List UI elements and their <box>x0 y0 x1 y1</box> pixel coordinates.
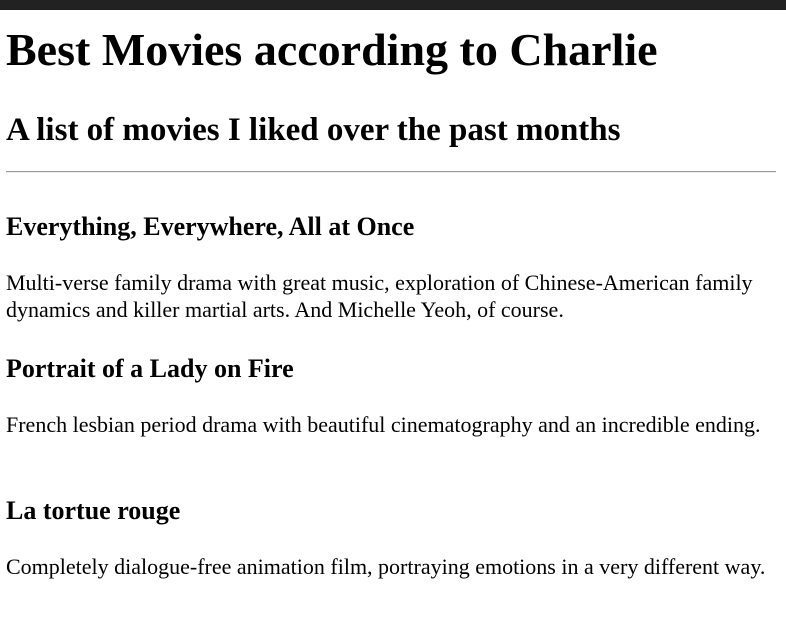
divider <box>6 171 776 173</box>
browser-top-bar <box>0 0 786 10</box>
movie-title: La tortue rouge <box>6 496 181 525</box>
page-title: Best Movies according to Charlie <box>6 24 658 75</box>
movie-entry: Portrait of a Lady on Fire French lesbia… <box>6 353 778 438</box>
movie-title: Everything, Everywhere, All at Once <box>6 212 415 241</box>
movie-title: Portrait of a Lady on Fire <box>6 354 294 383</box>
page-subtitle: A list of movies I liked over the past m… <box>6 112 621 148</box>
movie-description: Multi-verse family drama with great musi… <box>6 270 753 322</box>
movie-description: French lesbian period drama with beautif… <box>6 412 761 437</box>
movie-entry: La tortue rouge Completely dialogue-free… <box>6 495 778 580</box>
movie-entry: Everything, Everywhere, All at Once Mult… <box>6 211 778 323</box>
movie-description: Completely dialogue-free animation film,… <box>6 554 766 579</box>
